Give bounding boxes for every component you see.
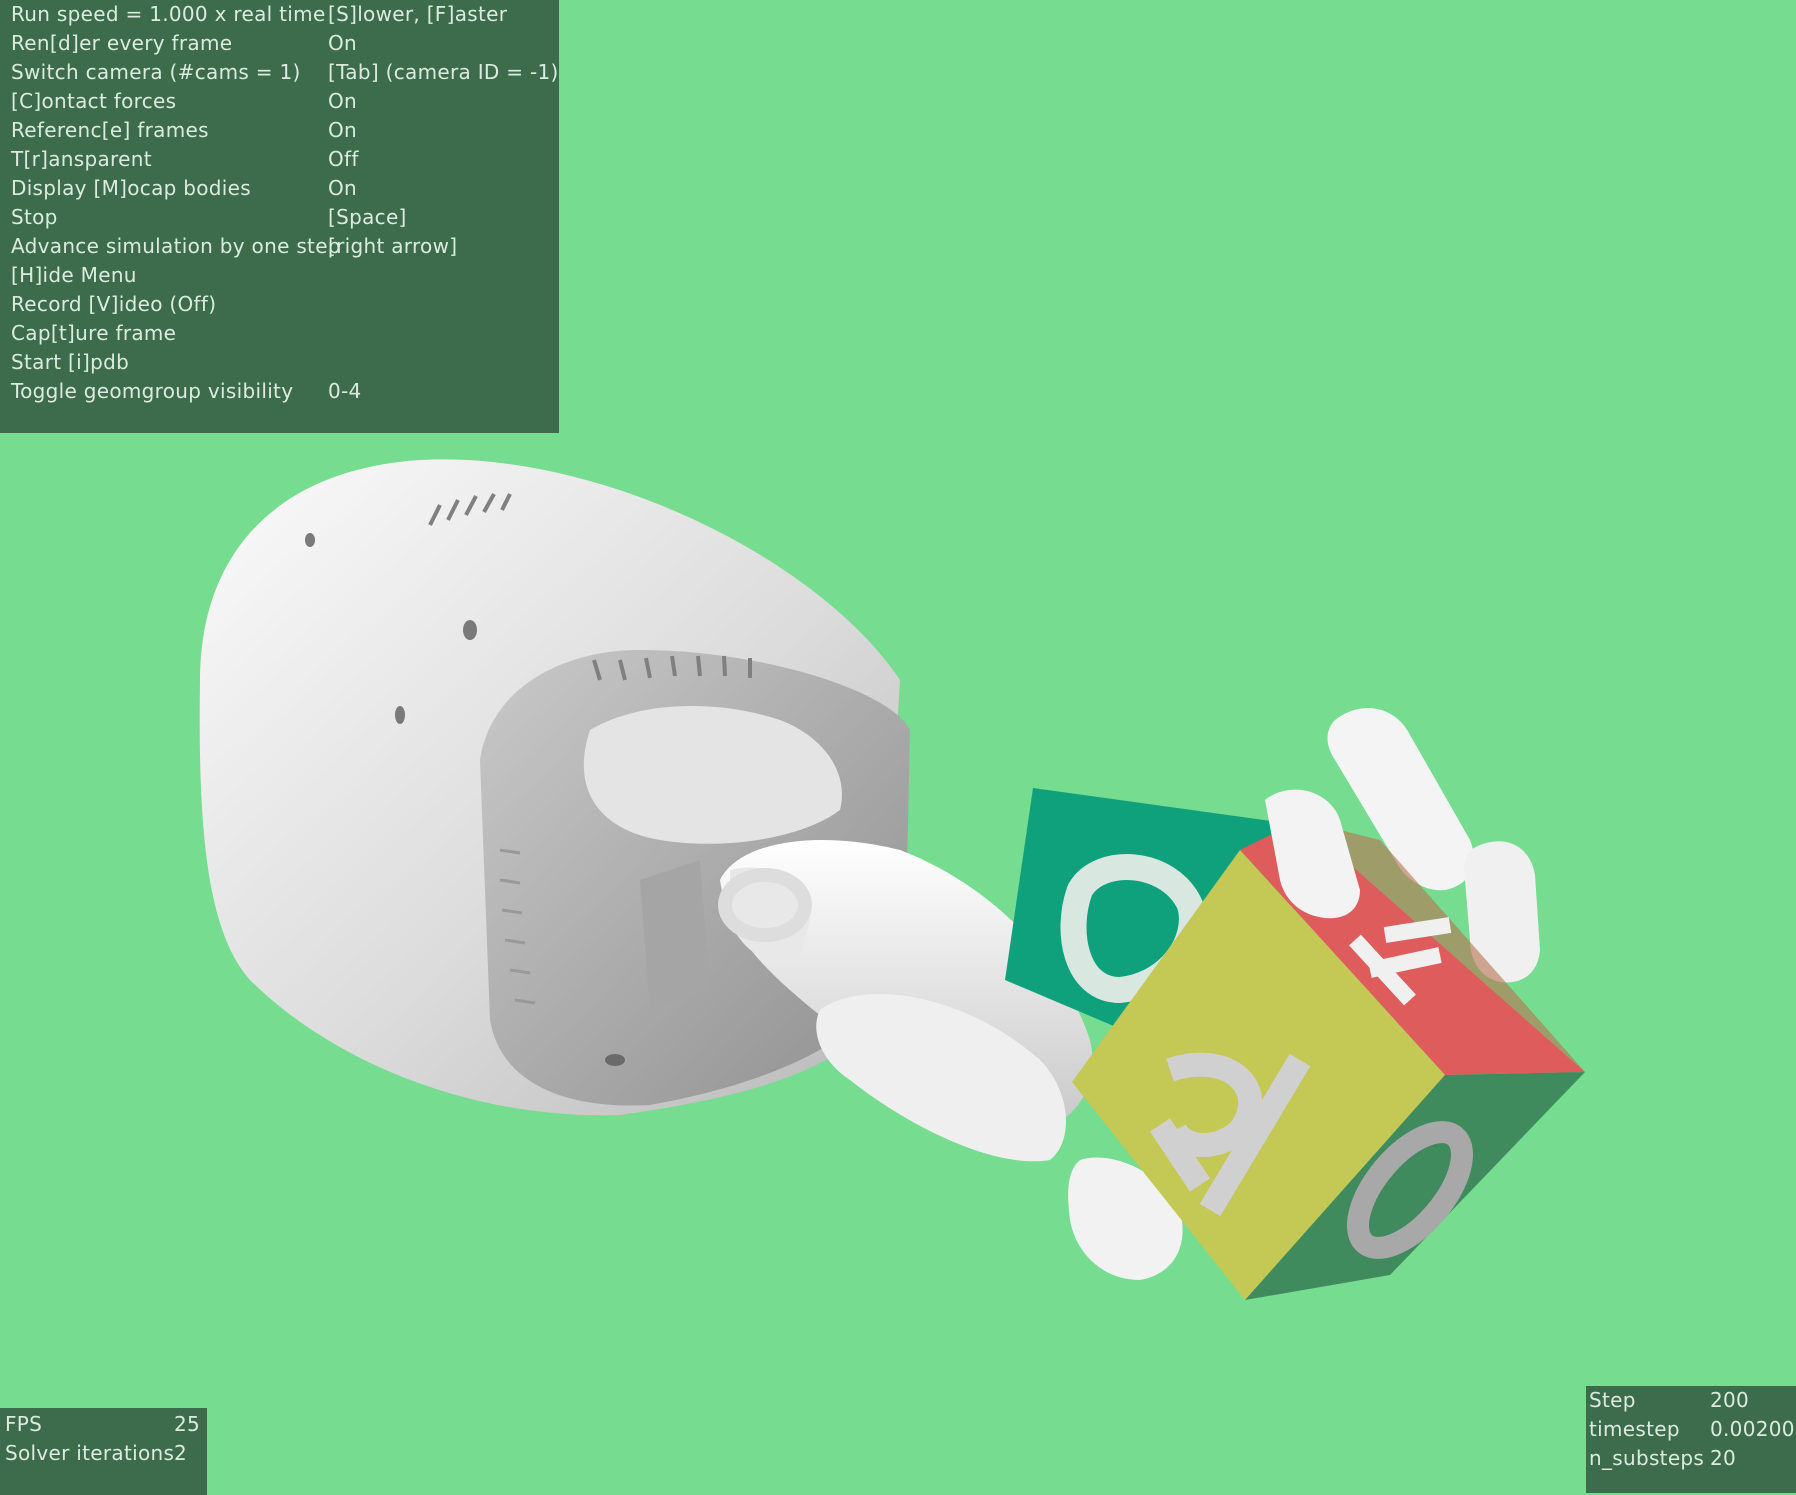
menu-row-hide-menu: [H]ide Menu <box>0 261 559 290</box>
menu-value: On <box>328 118 358 142</box>
menu-row-reference-frames: Referenc[e] frames On <box>0 116 559 145</box>
step-row: Step 200 <box>1586 1386 1796 1415</box>
timestep-label: timestep <box>1589 1417 1680 1441</box>
solver-iterations-label: Solver iterations <box>5 1441 175 1465</box>
step-value: 200 <box>1710 1388 1750 1412</box>
menu-key: Start [i]pdb <box>11 350 130 374</box>
menu-row-render-every-frame: Ren[d]er every frame On <box>0 29 559 58</box>
menu-row-mocap-bodies: Display [M]ocap bodies On <box>0 174 559 203</box>
menu-value: On <box>328 31 358 55</box>
menu-row-run-speed: Run speed = 1.000 x real time [S]lower, [… <box>0 0 559 29</box>
menu-key: Stop <box>11 205 58 229</box>
menu-key: Referenc[e] frames <box>11 118 209 142</box>
menu-value: On <box>328 89 358 113</box>
menu-value <box>328 290 559 319</box>
menu-value <box>328 261 559 290</box>
menu-key: Ren[d]er every frame <box>11 31 233 55</box>
menu-value: 0-4 <box>328 379 362 403</box>
menu-value <box>328 319 559 348</box>
step-label: Step <box>1589 1388 1636 1412</box>
menu-value: Off <box>328 147 359 171</box>
help-menu-panel: Run speed = 1.000 x real time [S]lower, [… <box>0 0 559 433</box>
fps-row: FPS 25 <box>0 1410 207 1439</box>
menu-key: Advance simulation by one step <box>11 234 341 258</box>
menu-key: Run speed = 1.000 x real time <box>11 2 326 26</box>
menu-row-start-ipdb: Start [i]pdb <box>0 348 559 377</box>
menu-key: T[r]ansparent <box>11 147 152 171</box>
fps-value: 25 <box>174 1412 201 1436</box>
menu-key: Record [V]ideo (Off) <box>11 292 217 316</box>
menu-key: Toggle geomgroup visibility <box>11 379 294 403</box>
fps-panel: FPS 25 Solver iterations 2 <box>0 1408 207 1495</box>
menu-value: [Tab] (camera ID = -1) <box>328 60 559 84</box>
menu-row-record-video: Record [V]ideo (Off) <box>0 290 559 319</box>
menu-value <box>328 348 559 377</box>
menu-row-capture-frame: Cap[t]ure frame <box>0 319 559 348</box>
menu-value: [right arrow] <box>328 234 458 258</box>
menu-key: Switch camera (#cams = 1) <box>11 60 301 84</box>
solver-iterations-value: 2 <box>174 1441 188 1465</box>
fps-label: FPS <box>5 1412 43 1436</box>
menu-value: [S]lower, [F]aster <box>328 2 508 26</box>
menu-row-transparent: T[r]ansparent Off <box>0 145 559 174</box>
menu-value: [Space] <box>328 205 407 229</box>
menu-row-stop: Stop [Space] <box>0 203 559 232</box>
menu-key: Cap[t]ure frame <box>11 321 177 345</box>
solver-iterations-row: Solver iterations 2 <box>0 1439 207 1468</box>
menu-row-advance-step: Advance simulation by one step [right arr… <box>0 232 559 261</box>
step-stats-panel: Step 200 timestep 0.00200 n_substeps 20 <box>1586 1386 1796 1493</box>
timestep-value: 0.00200 <box>1710 1417 1795 1441</box>
menu-row-contact-forces: [C]ontact forces On <box>0 87 559 116</box>
menu-row-geomgroup: Toggle geomgroup visibility 0-4 <box>0 377 559 406</box>
menu-key: Display [M]ocap bodies <box>11 176 251 200</box>
n-substeps-label: n_substeps <box>1589 1446 1705 1470</box>
menu-key: [H]ide Menu <box>11 263 137 287</box>
forearm <box>199 459 910 1116</box>
timestep-row: timestep 0.00200 <box>1586 1415 1796 1444</box>
menu-value: On <box>328 176 358 200</box>
menu-key: [C]ontact forces <box>11 89 177 113</box>
menu-row-switch-camera: Switch camera (#cams = 1) [Tab] (camera I… <box>0 58 559 87</box>
n-substeps-row: n_substeps 20 <box>1586 1444 1796 1473</box>
n-substeps-value: 20 <box>1710 1446 1737 1470</box>
